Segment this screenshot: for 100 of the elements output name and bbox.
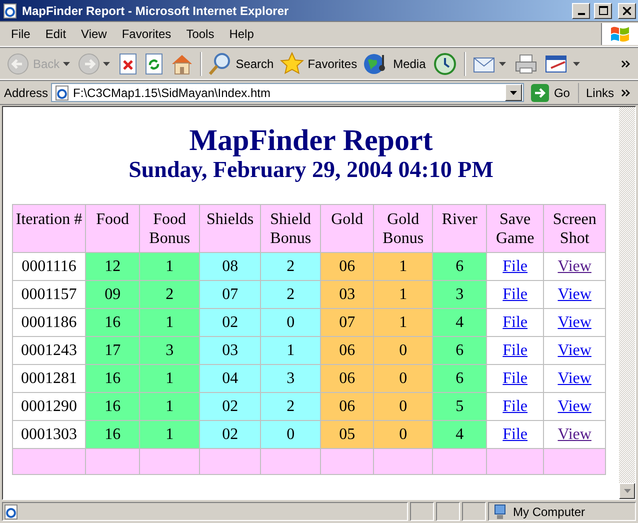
column-header: Food — [86, 204, 140, 252]
scrollbar[interactable] — [619, 107, 635, 500]
table-cell: 3 — [432, 280, 487, 308]
maximize-icon — [598, 6, 608, 15]
table-cell: 05 — [320, 420, 374, 448]
column-header: Gold — [320, 204, 374, 252]
close-button[interactable] — [618, 2, 636, 18]
window-title: MapFinder Report - Microsoft Internet Explorer — [22, 4, 290, 18]
table-cell: 1 — [374, 308, 433, 336]
table-cell: 07 — [320, 308, 374, 336]
minimize-button[interactable] — [572, 2, 590, 18]
minimize-icon — [578, 12, 584, 14]
column-header: Shield Bonus — [260, 204, 321, 252]
search-icon — [208, 52, 232, 76]
chevron-icon[interactable] — [621, 60, 630, 68]
menu-item[interactable]: Tools — [179, 25, 222, 43]
address-label: Address — [4, 86, 48, 100]
table-cell: 6 — [432, 364, 487, 392]
table-cell: 17 — [86, 336, 140, 364]
column-header: Gold Bonus — [374, 204, 433, 252]
column-header: Iteration # — [12, 204, 86, 252]
dropdown-arrow-icon[interactable] — [62, 62, 70, 66]
ie-page-icon — [2, 2, 18, 18]
table-cell: 0001243 — [12, 336, 86, 364]
star-icon — [280, 52, 304, 76]
table-cell: 02 — [200, 420, 261, 448]
ie-page-icon — [54, 84, 70, 100]
table-cell: 02 — [200, 308, 261, 336]
table-cell: 3 — [260, 364, 321, 392]
dropdown-arrow-icon[interactable] — [498, 62, 506, 66]
favorites-button[interactable]: Favorites — [276, 50, 360, 78]
media-button[interactable]: Media — [360, 50, 429, 78]
column-header: Shields — [200, 204, 261, 252]
table-cell: 1 — [260, 336, 321, 364]
menu-item[interactable]: View — [74, 25, 115, 43]
status-panel — [462, 502, 486, 522]
dropdown-arrow-icon[interactable] — [572, 62, 580, 66]
table-cell: 0001186 — [12, 308, 86, 336]
table-cell: 1 — [140, 420, 200, 448]
table-cell: 0 — [260, 308, 321, 336]
table-cell: 2 — [260, 280, 321, 308]
table-cell: 4 — [432, 420, 487, 448]
column-header: River — [432, 204, 487, 252]
column-header: Screen Shot — [544, 204, 606, 252]
table-cell: 4 — [432, 308, 487, 336]
scroll-down-button[interactable] — [619, 483, 635, 500]
table-cell: 0 — [260, 420, 321, 448]
report-date: Sunday, February 29, 2004 04:10 PM — [128, 157, 494, 183]
menu-item[interactable]: Favorites — [114, 25, 180, 43]
forward-icon — [78, 52, 100, 74]
table-cell: 0001281 — [12, 364, 86, 392]
table-cell: 2 — [140, 280, 200, 308]
table-cell: 16 — [86, 364, 140, 392]
menu-item[interactable]: Help — [222, 25, 262, 43]
home-icon — [170, 52, 194, 74]
table-cell: 0001116 — [12, 252, 86, 280]
table-cell: 06 — [320, 392, 374, 420]
links-button[interactable]: Links — [582, 86, 618, 100]
close-icon — [623, 6, 631, 14]
printer-icon — [514, 52, 538, 74]
column-header: Food Bonus — [140, 204, 200, 252]
table-cell: 16 — [86, 392, 140, 420]
search-button[interactable]: Search — [204, 50, 277, 78]
menu-item[interactable]: File — [4, 25, 38, 43]
table-cell: 0 — [374, 420, 433, 448]
status-panel — [436, 502, 460, 522]
table-cell: 2 — [260, 392, 321, 420]
go-button[interactable]: Go — [526, 82, 579, 102]
table-cell: 0001290 — [12, 392, 86, 420]
table-cell: 1 — [374, 252, 433, 280]
table-cell: 6 — [432, 336, 487, 364]
status-panel — [410, 502, 434, 522]
clock-icon — [432, 52, 458, 76]
address-field[interactable]: F:\C3CMap1.15\SidMayan\Index.htm — [51, 83, 524, 102]
report-title: MapFinder Report — [189, 125, 433, 157]
table-cell: 5 — [432, 392, 487, 420]
table-cell: 06 — [320, 252, 374, 280]
table-cell: 1 — [374, 280, 433, 308]
table-cell: 1 — [140, 392, 200, 420]
table-cell: 0 — [374, 364, 433, 392]
table-cell: 03 — [200, 336, 261, 364]
menu-item[interactable]: Edit — [38, 25, 74, 43]
stop-icon — [118, 52, 138, 74]
dropdown-arrow-icon[interactable] — [102, 62, 110, 66]
table-cell: 3 — [140, 336, 200, 364]
table-cell: 0 — [374, 392, 433, 420]
table-cell: 0001157 — [12, 280, 86, 308]
down-arrow-icon — [624, 489, 630, 494]
table-cell: 07 — [200, 280, 261, 308]
table-cell: 04 — [200, 364, 261, 392]
maximize-button[interactable] — [594, 2, 612, 18]
table-cell: 1 — [140, 252, 200, 280]
column-header: Save Game — [486, 204, 544, 252]
table-cell: 09 — [86, 280, 140, 308]
table-cell: 16 — [86, 308, 140, 336]
table-cell: 12 — [86, 252, 140, 280]
table-cell: 16 — [86, 420, 140, 448]
table-cell: 2 — [260, 252, 321, 280]
table-cell: 02 — [200, 392, 261, 420]
table-cell: 6 — [432, 252, 487, 280]
